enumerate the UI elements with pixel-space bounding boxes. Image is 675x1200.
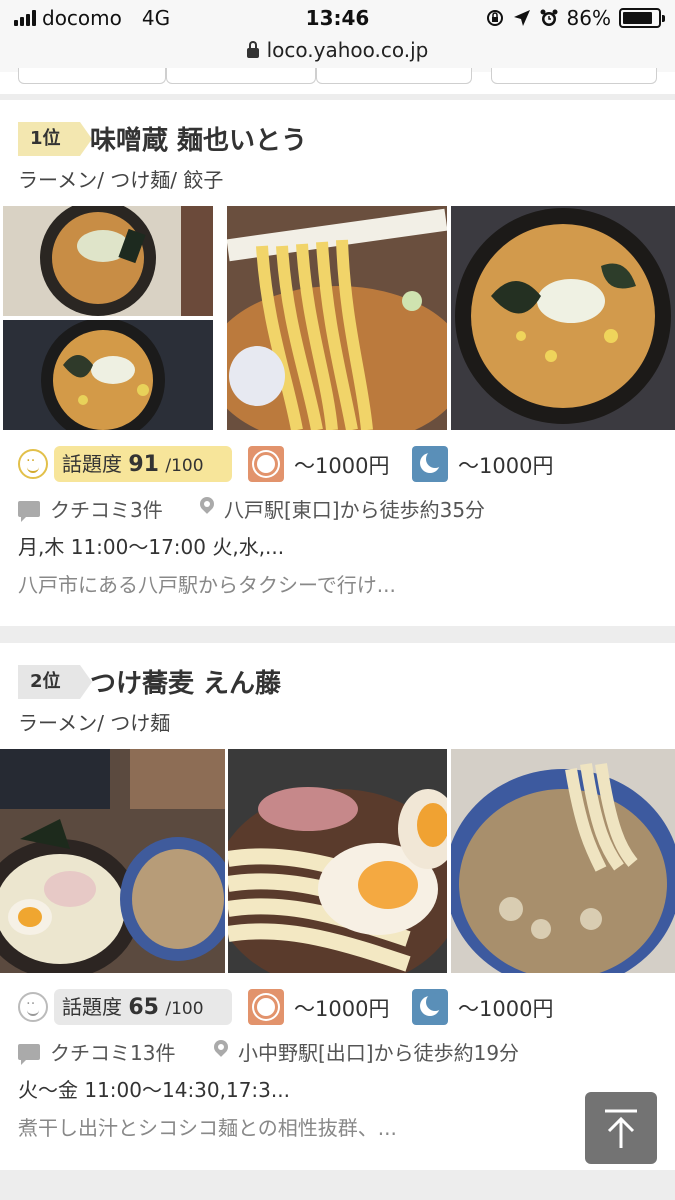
food-photo[interactable] <box>451 749 675 973</box>
speech-bubble-icon <box>18 501 40 522</box>
restaurant-genre: ラーメン/ つけ麺/ 餃子 <box>18 168 224 192</box>
review-count[interactable]: クチコミ3件 <box>50 494 163 523</box>
rank-badge: 1位 <box>18 122 92 156</box>
food-photo[interactable] <box>3 206 213 316</box>
opening-hours: 火〜金 11:00〜14:30,17:3... <box>18 1078 290 1102</box>
popularity-score: 91 <box>128 452 159 477</box>
dinner-price: 〜1000円 <box>458 997 554 1021</box>
address-bar[interactable]: loco.yahoo.co.jp <box>0 38 675 72</box>
review-count[interactable]: クチコミ13件 <box>50 1037 175 1066</box>
lunch-price: 〜1000円 <box>294 997 390 1021</box>
moon-icon <box>412 989 448 1025</box>
location-pin-icon <box>211 1037 231 1057</box>
restaurant-description: 八戸市にある八戸駅からタクシーで行け... <box>18 573 396 597</box>
restaurant-card[interactable]: 2位 つけ蕎麦 えん藤 ラーメン/ つけ麺 話題度 65 /100 〜1000円… <box>0 643 675 1170</box>
metrics-row: 話題度 65 /100 〜1000円 〜1000円 <box>18 989 668 1027</box>
popularity-max: /100 <box>165 456 204 476</box>
food-photo[interactable] <box>3 320 213 430</box>
sun-icon <box>248 446 284 482</box>
restaurant-genre: ラーメン/ つけ麺 <box>18 711 171 735</box>
filter-tab[interactable] <box>491 68 657 84</box>
scroll-to-top-icon <box>605 1109 637 1148</box>
opening-hours: 月,木 11:00〜17:00 火,水,... <box>18 535 285 559</box>
filter-strip <box>0 68 675 94</box>
lunch-price: 〜1000円 <box>294 454 390 478</box>
info-row: クチコミ3件 八戸駅[東口]から徒歩約35分 <box>18 494 668 524</box>
filter-tab[interactable] <box>166 68 316 84</box>
sun-icon <box>248 989 284 1025</box>
moon-icon <box>412 446 448 482</box>
speech-bubble-icon <box>18 1044 40 1065</box>
popularity-max: /100 <box>165 999 204 1019</box>
smiley-icon <box>18 992 48 1022</box>
photo-strip[interactable] <box>0 749 675 973</box>
battery-icon <box>619 8 665 28</box>
filter-tab[interactable] <box>316 68 472 84</box>
url-text: loco.yahoo.co.jp <box>266 38 429 62</box>
filter-tab[interactable] <box>18 68 166 84</box>
food-photo[interactable] <box>227 206 447 430</box>
popularity-badge: 話題度 65 /100 <box>54 989 232 1025</box>
restaurant-name[interactable]: つけ蕎麦 えん藤 <box>90 663 281 700</box>
restaurant-name[interactable]: 味噌蔵 麺也いとう <box>90 120 307 157</box>
metrics-row: 話題度 91 /100 〜1000円 〜1000円 <box>18 446 668 484</box>
access-info: 小中野駅[出口]から徒歩約19分 <box>238 1041 520 1065</box>
info-row: クチコミ13件 小中野駅[出口]から徒歩約19分 <box>18 1037 668 1067</box>
photo-strip[interactable] <box>0 206 675 430</box>
lock-icon <box>246 41 259 58</box>
rank-badge: 2位 <box>18 665 92 699</box>
battery-percent: 86% <box>566 6 611 30</box>
food-photo[interactable] <box>0 749 225 973</box>
popularity-label: 話題度 <box>62 452 122 476</box>
dinner-price: 〜1000円 <box>458 454 554 478</box>
smiley-icon <box>18 449 48 479</box>
food-photo[interactable] <box>228 749 447 973</box>
scroll-to-top-button[interactable] <box>585 1092 657 1164</box>
restaurant-description: 煮干し出汁とシコシコ麺との相性抜群、... <box>18 1116 397 1140</box>
alarm-icon <box>540 9 558 26</box>
popularity-badge: 話題度 91 /100 <box>54 446 232 482</box>
rotation-lock-icon <box>486 10 503 26</box>
popularity-label: 話題度 <box>62 995 122 1019</box>
popularity-score: 65 <box>128 995 159 1020</box>
access-info: 八戸駅[東口]から徒歩約35分 <box>224 498 486 522</box>
location-arrow-icon <box>513 10 530 26</box>
location-pin-icon <box>197 494 217 514</box>
food-photo[interactable] <box>451 206 675 430</box>
restaurant-card[interactable]: 1位 味噌蔵 麺也いとう ラーメン/ つけ麺/ 餃子 話題度 91 /100 〜… <box>0 100 675 626</box>
status-bar: docomo 4G 13:46 86% <box>0 0 675 38</box>
